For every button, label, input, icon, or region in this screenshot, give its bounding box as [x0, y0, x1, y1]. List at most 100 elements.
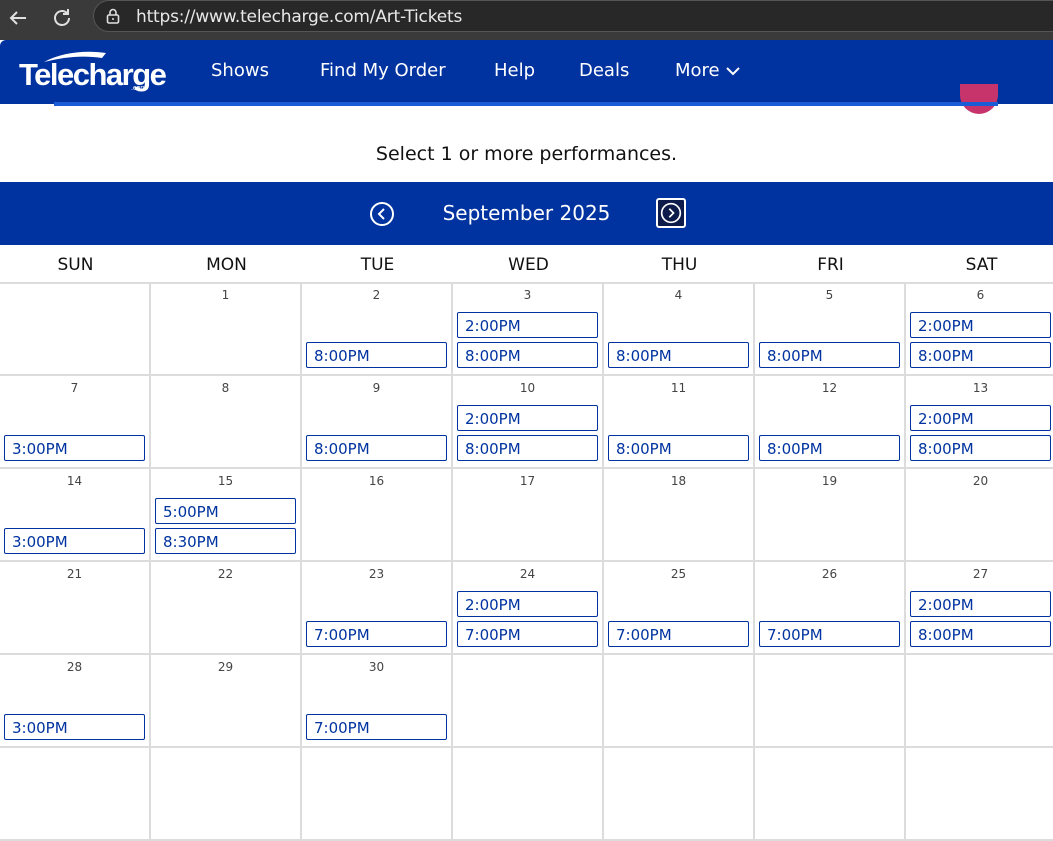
day-number: 20: [972, 474, 989, 488]
calendar-day-cell: 30 7:00PM: [302, 655, 453, 748]
nav-find-my-order[interactable]: Find My Order: [320, 60, 446, 81]
day-number: 23: [368, 567, 385, 581]
weekday-tue: TUE: [360, 255, 395, 275]
performance-time-button[interactable]: 8:00PM: [759, 435, 900, 461]
calendar-day-cell: 14 3:00PM: [0, 469, 151, 562]
performance-time-button[interactable]: 2:00PM: [457, 405, 598, 431]
nav-shows[interactable]: Shows: [211, 60, 269, 81]
day-number: 26: [821, 567, 838, 581]
nav-more[interactable]: More: [675, 60, 740, 81]
performance-time-button[interactable]: 7:00PM: [608, 621, 749, 647]
chevron-right-circle-icon: [660, 202, 682, 224]
profile-badge[interactable]: [960, 84, 998, 114]
day-number: 4: [674, 288, 683, 302]
next-month-button[interactable]: [656, 198, 686, 228]
performance-time-button[interactable]: 2:00PM: [457, 591, 598, 617]
performance-time-button[interactable]: 5:00PM: [155, 498, 296, 524]
day-number: 7: [70, 381, 79, 395]
performance-time-button[interactable]: 3:00PM: [4, 435, 145, 461]
weekday-header: SUN MON TUE WED THU FRI SAT: [0, 245, 1053, 284]
day-number: 8: [221, 381, 230, 395]
calendar-day-cell: 7 3:00PM: [0, 376, 151, 469]
day-number: 13: [972, 381, 989, 395]
performance-time-button[interactable]: 7:00PM: [306, 621, 447, 647]
day-number: 16: [368, 474, 385, 488]
month-navigation-bar: September 2025: [0, 182, 1053, 245]
day-number: 19: [821, 474, 838, 488]
performance-time-button[interactable]: 7:00PM: [457, 621, 598, 647]
calendar-day-cell: 26 7:00PM: [755, 562, 906, 655]
day-number: 15: [217, 474, 234, 488]
performance-time-button[interactable]: 8:00PM: [910, 435, 1051, 461]
instruction-text: Select 1 or more performances.: [375, 143, 678, 165]
performance-time-button[interactable]: 7:00PM: [759, 621, 900, 647]
performance-time-button[interactable]: 8:00PM: [457, 342, 598, 368]
performance-time-button[interactable]: 8:00PM: [457, 435, 598, 461]
weekday-sun: SUN: [57, 255, 94, 275]
calendar-day-cell: 4 8:00PM: [604, 283, 755, 376]
weekday-thu: THU: [661, 255, 698, 275]
calendar-day-cell: [302, 748, 453, 841]
performance-time-button[interactable]: 8:00PM: [306, 435, 447, 461]
calendar-day-cell: [755, 655, 906, 748]
reload-icon: [54, 9, 70, 26]
reload-button[interactable]: [48, 4, 76, 32]
calendar-day-cell: [604, 748, 755, 841]
day-number: 22: [217, 567, 234, 581]
performance-time-button[interactable]: 2:00PM: [457, 312, 598, 338]
calendar-day-cell: [906, 655, 1053, 748]
calendar-day-cell: 13 2:00PM 8:00PM: [906, 376, 1053, 469]
calendar-day-cell: [755, 748, 906, 841]
calendar-day-cell: 23 7:00PM: [302, 562, 453, 655]
performance-time-button[interactable]: 3:00PM: [4, 528, 145, 554]
calendar-day-cell: 11 8:00PM: [604, 376, 755, 469]
back-button[interactable]: [4, 4, 32, 32]
nav-deals[interactable]: Deals: [579, 60, 629, 81]
nav-help[interactable]: Help: [494, 60, 535, 81]
performance-time-button[interactable]: 2:00PM: [910, 312, 1051, 338]
weekday-sat: SAT: [965, 255, 998, 275]
performance-time-button[interactable]: 8:30PM: [155, 528, 296, 554]
calendar-day-cell: 10 2:00PM 8:00PM: [453, 376, 604, 469]
calendar-day-cell: [0, 283, 151, 376]
calendar-day-cell: 24 2:00PM 7:00PM: [453, 562, 604, 655]
performance-time-button[interactable]: 7:00PM: [306, 714, 447, 740]
back-arrow-icon: [9, 11, 26, 25]
calendar-day-cell: 16: [302, 469, 453, 562]
calendar-day-cell: [151, 748, 302, 841]
day-number: 6: [976, 288, 985, 302]
performance-time-button[interactable]: 8:00PM: [306, 342, 447, 368]
day-number: 28: [66, 660, 83, 674]
calendar-day-cell: 27 2:00PM 8:00PM: [906, 562, 1053, 655]
day-number: 25: [670, 567, 687, 581]
calendar-day-cell: 28 3:00PM: [0, 655, 151, 748]
calendar-day-cell: 9 8:00PM: [302, 376, 453, 469]
calendar-day-cell: 8: [151, 376, 302, 469]
lock-icon[interactable]: [104, 7, 122, 25]
performance-time-button[interactable]: 8:00PM: [608, 342, 749, 368]
url-text: https://www.telecharge.com/Art-Tickets: [136, 7, 463, 27]
performance-time-button[interactable]: 8:00PM: [608, 435, 749, 461]
performance-time-button[interactable]: 2:00PM: [910, 591, 1051, 617]
calendar-day-cell: [604, 655, 755, 748]
performance-time-button[interactable]: 8:00PM: [910, 342, 1051, 368]
calendar-day-cell: 25 7:00PM: [604, 562, 755, 655]
calendar-day-cell: 6 2:00PM 8:00PM: [906, 283, 1053, 376]
performance-time-button[interactable]: 3:00PM: [4, 714, 145, 740]
calendar-day-cell: 22: [151, 562, 302, 655]
day-number: 3: [523, 288, 532, 302]
calendar-day-cell: 17: [453, 469, 604, 562]
weekday-mon: MON: [206, 255, 247, 275]
performance-time-button[interactable]: 8:00PM: [910, 621, 1051, 647]
address-bar[interactable]: https://www.telecharge.com/Art-Tickets: [93, 0, 1053, 32]
calendar-day-cell: 19: [755, 469, 906, 562]
performance-time-button[interactable]: 2:00PM: [910, 405, 1051, 431]
performance-time-button[interactable]: 8:00PM: [759, 342, 900, 368]
calendar-day-cell: [0, 748, 151, 841]
day-number: 11: [670, 381, 687, 395]
calendar-day-cell: 20: [906, 469, 1053, 562]
day-number: 29: [217, 660, 234, 674]
day-number: 18: [670, 474, 687, 488]
day-number: 12: [821, 381, 838, 395]
logo-domain: .com: [131, 85, 147, 92]
